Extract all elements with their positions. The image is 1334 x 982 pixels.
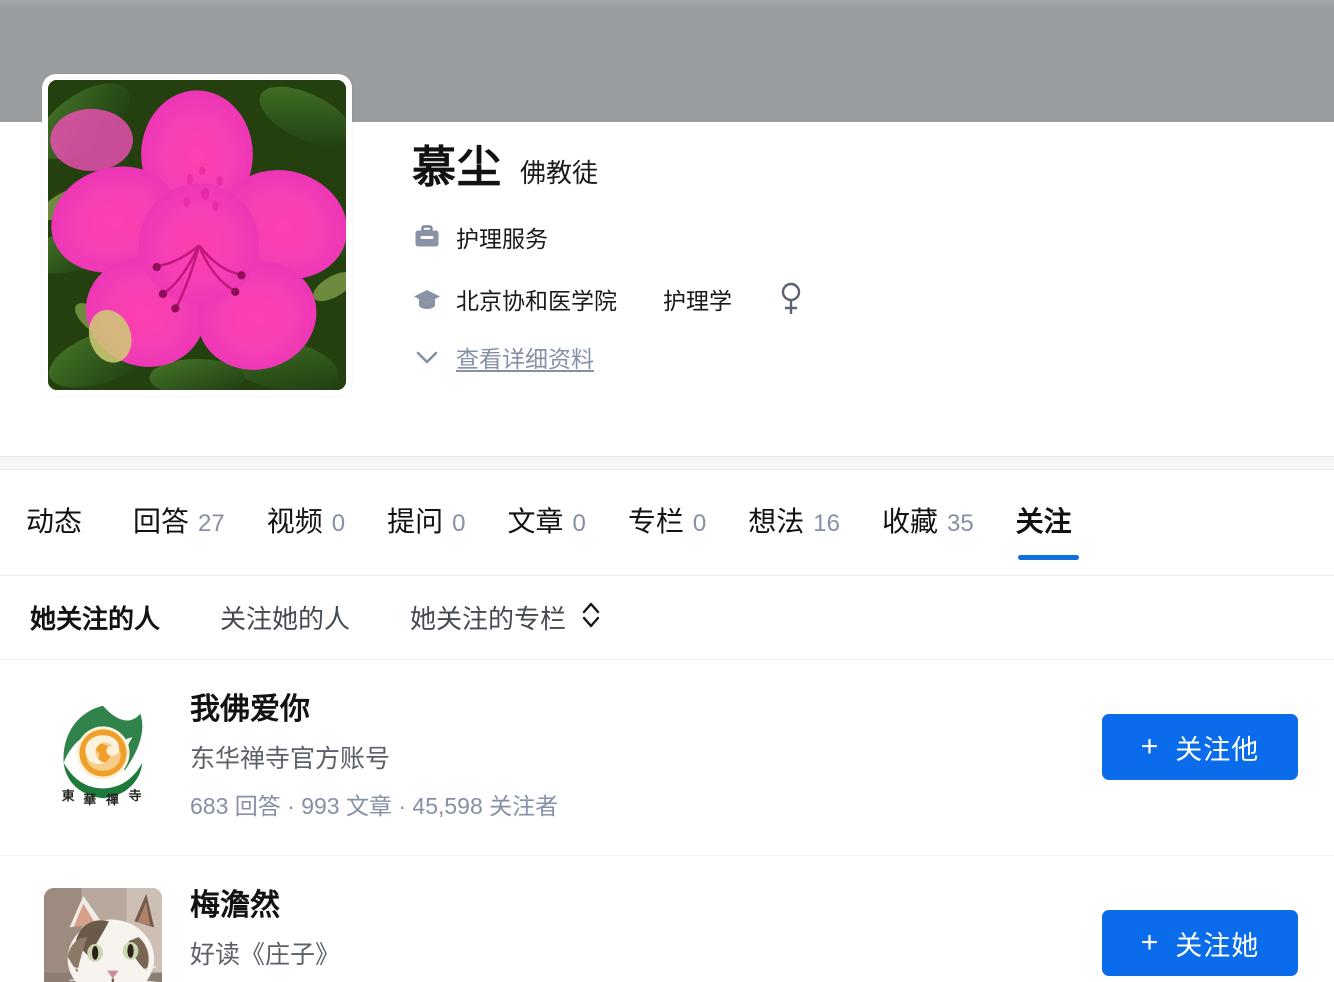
tab-label: 动态	[26, 506, 83, 537]
tab-label: 专栏	[627, 506, 684, 537]
subtab-followers[interactable]: 关注她的人	[220, 599, 350, 636]
major-text: 护理学	[663, 288, 732, 315]
avatar[interactable]	[44, 888, 162, 982]
profile-page: 慕尘 佛教徒 护理服务 北京协和医学院 护理学 查看详细资料 动态 回答 27 …	[0, 0, 1334, 982]
following-user-list: 東 華 禪 寺 我佛爱你 东华禅寺官方账号 683 回答 · 993 文章 · …	[0, 660, 1334, 982]
tab-label: 关注	[1015, 506, 1072, 537]
tabs-list: 动态 回答 27 视频 0 提问 0 文章 0 专栏 0 想法 16 收藏 35…	[0, 470, 1334, 568]
tab-underline	[135, 555, 223, 560]
avatar[interactable]	[42, 74, 352, 396]
briefcase-icon	[412, 222, 442, 252]
subtab-following-columns[interactable]: 她关注的专栏	[410, 599, 566, 636]
tab-label: 想法	[748, 506, 805, 537]
tab-label: 收藏	[881, 506, 938, 537]
tab-label: 视频	[266, 506, 323, 537]
education-row: 北京协和医学院 护理学	[412, 282, 1294, 316]
tab-label: 提问	[387, 506, 444, 537]
subtab-following-people[interactable]: 她关注的人	[30, 599, 160, 636]
tab-underline	[269, 555, 343, 560]
tab-tiwen[interactable]: 提问 0	[387, 500, 465, 568]
tab-count: 16	[813, 510, 840, 537]
user-info: 梅澹然 好读《庄子》	[162, 884, 1102, 982]
tab-wenzhang[interactable]: 文章 0	[507, 500, 585, 568]
tab-underline	[509, 555, 583, 560]
tab-count: 0	[692, 510, 707, 537]
user-bio: 好读《庄子》	[190, 941, 341, 969]
banner-gradient	[0, 0, 1334, 10]
tab-dongtai[interactable]: 动态	[26, 500, 91, 568]
tab-label: 回答	[133, 506, 190, 537]
tab-underline	[630, 555, 704, 560]
tab-underline	[884, 555, 972, 560]
profile-header-card: 慕尘 佛教徒 护理服务 北京协和医学院 护理学 查看详细资料	[0, 74, 1334, 456]
list-item[interactable]: 梅澹然 好读《庄子》 + 关注她	[0, 856, 1334, 982]
occupation-row: 护理服务	[412, 220, 1294, 254]
subtab-following-columns-group[interactable]: 她关注的专栏	[410, 599, 602, 636]
tab-zhuanlan[interactable]: 专栏 0	[628, 500, 706, 568]
svg-text:寺: 寺	[129, 788, 142, 804]
svg-text:禪: 禪	[105, 792, 119, 808]
svg-text:東: 東	[62, 788, 75, 804]
user-info: 我佛爱你 东华禅寺官方账号 683 回答 · 993 文章 · 45,598 关…	[162, 688, 1102, 821]
view-details-link[interactable]: 查看详细资料	[456, 340, 594, 374]
tab-guanzhu[interactable]: 关注	[1016, 500, 1081, 568]
tab-huida[interactable]: 回答 27	[133, 500, 225, 568]
occupation-text: 护理服务	[456, 226, 548, 253]
follow-button[interactable]: + 关注他	[1102, 714, 1298, 780]
page-title: 慕尘	[412, 143, 502, 192]
profile-info: 慕尘 佛教徒 护理服务 北京协和医学院 护理学 查看详细资料	[412, 143, 1294, 374]
subtabs-list: 她关注的人 关注她的人 她关注的专栏	[0, 576, 1334, 659]
chevron-down-icon	[412, 342, 442, 372]
avatar[interactable]: 東 華 禪 寺	[44, 692, 162, 810]
female-gender-icon	[776, 282, 806, 316]
name-row: 慕尘 佛教徒	[412, 143, 1294, 192]
follow-button[interactable]: + 关注她	[1102, 910, 1298, 976]
tab-label: 文章	[507, 506, 564, 537]
tab-shipin[interactable]: 视频 0	[267, 500, 345, 568]
follow-button-label: 关注他	[1175, 734, 1260, 765]
follow-subtabs: 她关注的人 关注她的人 她关注的专栏	[0, 576, 1334, 660]
svg-text:華: 華	[83, 792, 96, 808]
profile-tabs: 动态 回答 27 视频 0 提问 0 文章 0 专栏 0 想法 16 收藏 35…	[0, 470, 1334, 576]
section-divider	[0, 456, 1334, 470]
tab-underline	[750, 555, 838, 560]
sort-updown-icon[interactable]	[580, 600, 602, 635]
user-name[interactable]: 梅澹然	[190, 886, 1102, 925]
tab-xiangfa[interactable]: 想法 16	[748, 500, 840, 568]
school-text: 北京协和医学院	[456, 288, 617, 315]
user-bio: 东华禅寺官方账号	[190, 745, 391, 773]
profile-headline: 佛教徒	[520, 158, 599, 188]
tab-count: 35	[946, 510, 974, 537]
tab-underline	[389, 555, 463, 560]
tab-count: 0	[452, 510, 466, 537]
plus-icon: +	[1140, 926, 1160, 959]
avatar-image	[48, 80, 346, 390]
user-stats: 683 回答 · 993 文章 · 45,598 关注者	[190, 792, 559, 819]
graduation-cap-icon	[412, 284, 442, 314]
plus-icon: +	[1140, 730, 1160, 763]
tab-shoucang[interactable]: 收藏 35	[882, 500, 974, 568]
tab-count: 27	[198, 510, 225, 537]
list-item[interactable]: 東 華 禪 寺 我佛爱你 东华禅寺官方账号 683 回答 · 993 文章 · …	[0, 660, 1334, 856]
follow-button-label: 关注她	[1175, 930, 1260, 961]
tab-count: 0	[331, 510, 346, 537]
user-name[interactable]: 我佛爱你	[190, 690, 1102, 729]
tab-underline	[1017, 555, 1079, 560]
tab-underline	[28, 555, 89, 560]
tab-count: 0	[572, 510, 586, 537]
detail-toggle-row[interactable]: 查看详细资料	[412, 340, 1294, 374]
